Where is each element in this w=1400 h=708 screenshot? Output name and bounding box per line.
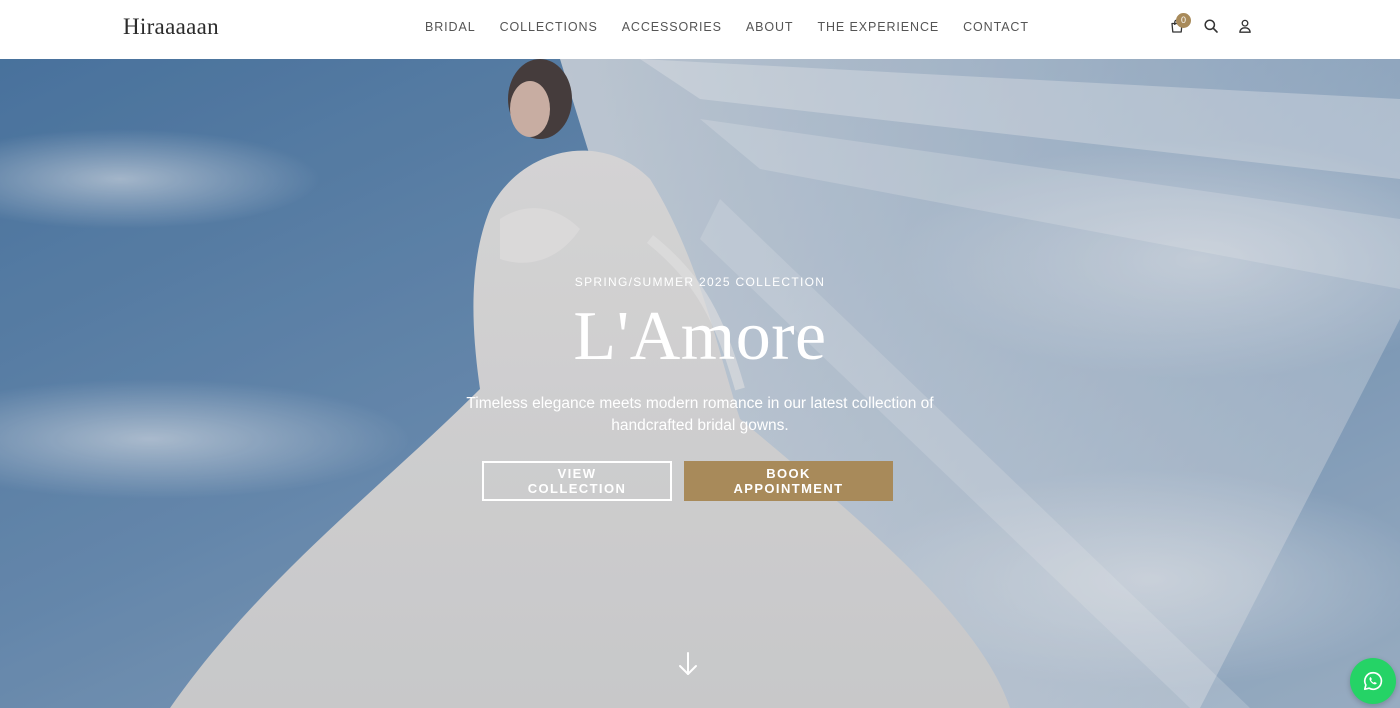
- book-appointment-button[interactable]: BOOK APPOINTMENT: [684, 461, 893, 501]
- hero-overlay: [0, 59, 1400, 708]
- nav-item-collections[interactable]: COLLECTIONS: [500, 20, 598, 34]
- hero-section: SPRING/SUMMER 2025 COLLECTION L'Amore Ti…: [0, 59, 1400, 708]
- nav-item-the-experience[interactable]: THE EXPERIENCE: [817, 20, 939, 34]
- view-collection-button[interactable]: VIEW COLLECTION: [482, 461, 672, 501]
- nav-item-accessories[interactable]: ACCESSORIES: [622, 20, 722, 34]
- arrow-down-icon[interactable]: [676, 651, 700, 677]
- main-nav: BRIDAL COLLECTIONS ACCESSORIES ABOUT THE…: [425, 20, 1029, 34]
- header-utilities: 0: [1168, 13, 1254, 35]
- hero-subtitle: Timeless elegance meets modern romance i…: [466, 395, 934, 434]
- hero-eyebrow: SPRING/SUMMER 2025 COLLECTION: [574, 275, 826, 289]
- search-button[interactable]: [1202, 17, 1220, 35]
- account-button[interactable]: [1236, 17, 1254, 35]
- nav-item-about[interactable]: ABOUT: [746, 20, 794, 34]
- hero-cta-group: VIEW COLLECTION BOOK APPOINTMENT: [482, 461, 893, 501]
- search-icon: [1204, 19, 1218, 33]
- cart-button[interactable]: 0: [1168, 13, 1191, 35]
- nav-item-contact[interactable]: CONTACT: [963, 20, 1029, 34]
- nav-item-bridal[interactable]: BRIDAL: [425, 20, 476, 34]
- user-icon: [1239, 19, 1251, 33]
- whatsapp-button[interactable]: [1350, 658, 1396, 704]
- hero-title: L'Amore: [573, 298, 827, 375]
- cart-count-badge: 0: [1176, 13, 1191, 28]
- whatsapp-icon: [1363, 671, 1383, 691]
- brand-logo[interactable]: Hiraaaaan: [123, 14, 219, 40]
- site-header: Hiraaaaan BRIDAL COLLECTIONS ACCESSORIES…: [0, 0, 1400, 59]
